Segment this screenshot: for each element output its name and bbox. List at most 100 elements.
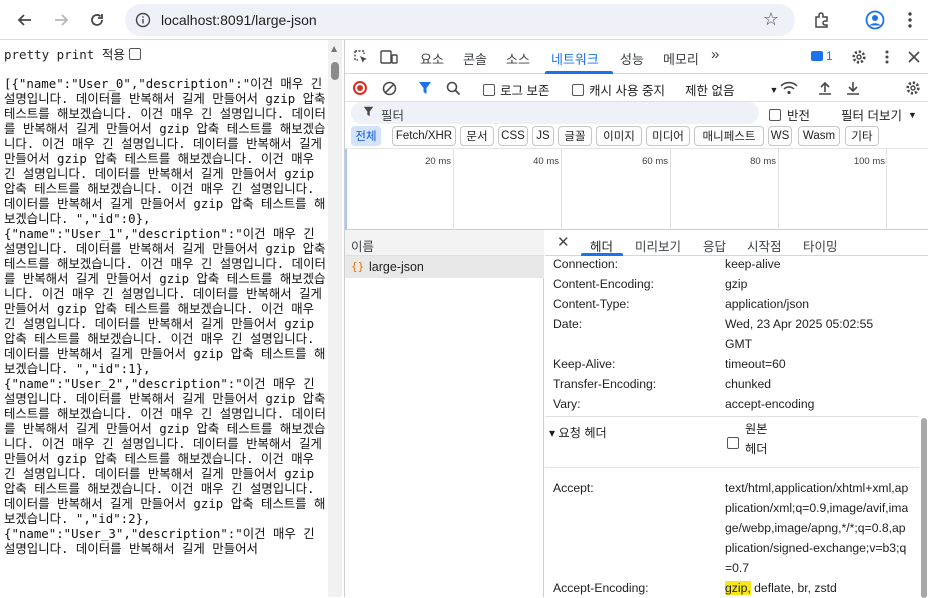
filter-input[interactable]: 필터: [351, 102, 759, 124]
disable-cache-checkbox[interactable]: [572, 83, 584, 96]
header-value: keep-alive: [725, 257, 781, 271]
chip-other[interactable]: 기타: [845, 126, 879, 146]
chip-doc[interactable]: 문서: [460, 126, 494, 146]
forward-arrow-icon[interactable]: [48, 7, 74, 33]
chip-media[interactable]: 미디어: [646, 126, 690, 146]
invert-option[interactable]: 반전: [769, 105, 810, 124]
json-braces-icon: {}: [351, 260, 365, 273]
tab-initiator[interactable]: 시작점: [747, 236, 782, 255]
tab-memory[interactable]: 메모리: [663, 49, 699, 68]
resource-type-chips: 전체 Fetch/XHR 문서 CSS JS 글꼴 이미지 미디어 매니페스트 …: [345, 126, 928, 150]
details-tabbar: ✕ 헤더 미리보기 응답 시작점 타이밍: [545, 230, 928, 256]
reload-icon[interactable]: [84, 7, 110, 33]
extensions-icon[interactable]: [810, 8, 834, 32]
page-scroll-thumb[interactable]: [331, 62, 339, 80]
tab-timing[interactable]: 타이밍: [803, 236, 838, 255]
request-name[interactable]: large-json: [369, 260, 424, 274]
raw-headers-checkbox[interactable]: [727, 437, 739, 449]
header-value: Wed, 23 Apr 2025 05:02:55 GMT: [725, 317, 874, 351]
name-column-header[interactable]: 이름: [345, 230, 544, 256]
preserve-log-checkbox[interactable]: [483, 83, 495, 96]
chip-css[interactable]: CSS: [498, 126, 528, 146]
settings-gear-icon[interactable]: [849, 47, 869, 67]
timeline-overview[interactable]: 20 ms 40 ms 60 ms 80 ms 100 ms: [345, 148, 928, 231]
network-settings-gear-icon[interactable]: [903, 78, 923, 98]
details-scroll-thumb[interactable]: [921, 418, 927, 598]
header-value-rest: deflate, br, zstd: [750, 581, 837, 595]
request-headers-title[interactable]: ▾ 요청 헤더: [549, 423, 607, 441]
json-output: [{"name":"User_0","description":"이건 매우 긴…: [4, 76, 326, 556]
request-headers-section[interactable]: ▾ 요청 헤더 원본 헤더: [545, 416, 919, 468]
tab-performance[interactable]: 성능: [620, 49, 644, 68]
network-conditions-icon[interactable]: [779, 78, 799, 98]
more-tabs-icon[interactable]: »: [711, 46, 719, 63]
header-key: Content-Encoding:: [553, 277, 654, 291]
pretty-print-checkbox[interactable]: [128, 47, 141, 60]
timeline-tick-label: 60 ms: [642, 156, 668, 167]
chevron-down-icon: ▼: [907, 109, 917, 120]
timeline-gridline: [561, 149, 562, 231]
bookmark-star-icon[interactable]: ☆: [763, 9, 779, 30]
raw-label-2: 헤더: [745, 442, 768, 456]
chip-ws[interactable]: WS: [768, 126, 792, 146]
throttle-value: 제한 없음: [685, 84, 735, 98]
filter-funnel-icon[interactable]: [415, 78, 435, 98]
more-filters-dropdown[interactable]: 필터 더보기 ▼: [841, 105, 917, 124]
disable-cache-label: 캐시 사용 중지: [589, 84, 665, 98]
chip-wasm[interactable]: Wasm: [798, 126, 840, 146]
chip-manifest[interactable]: 매니페스트: [694, 126, 764, 146]
tab-elements[interactable]: 요소: [420, 49, 444, 68]
inspect-element-icon[interactable]: [351, 47, 371, 67]
tab-network[interactable]: 네트워크: [551, 49, 599, 68]
tab-response[interactable]: 응답: [703, 236, 726, 255]
address-bar[interactable]: localhost:8091/large-json ☆: [125, 4, 795, 36]
record-stop-icon[interactable]: [353, 81, 367, 95]
timeline-selection-edge: [345, 149, 347, 231]
menu-kebab-icon[interactable]: [898, 8, 922, 32]
tab-sources[interactable]: 소스: [506, 49, 530, 68]
url-text[interactable]: localhost:8091/large-json: [161, 12, 317, 28]
chip-img[interactable]: 이미지: [596, 126, 642, 146]
issues-badge[interactable]: 1: [811, 49, 833, 63]
site-info-icon[interactable]: [135, 12, 151, 28]
devtools-menu-kebab-icon[interactable]: [877, 47, 897, 67]
back-arrow-icon[interactable]: [12, 7, 38, 33]
chip-js[interactable]: JS: [532, 126, 554, 146]
chip-font[interactable]: 글꼴: [558, 126, 592, 146]
close-details-icon[interactable]: ✕: [557, 233, 570, 251]
pretty-print-toggle[interactable]: pretty print 적용: [4, 44, 141, 63]
throttle-select[interactable]: 제한 없음 ▼: [685, 80, 778, 99]
timeline-gridline: [453, 149, 454, 231]
request-row[interactable]: {} large-json: [345, 256, 544, 278]
device-toolbar-icon[interactable]: [379, 47, 399, 67]
chip-all[interactable]: 전체: [351, 126, 381, 146]
header-value: chunked: [725, 377, 772, 391]
preserve-log-option[interactable]: 로그 보존: [483, 80, 549, 99]
request-details: ✕ 헤더 미리보기 응답 시작점 타이밍 Connection: keep-al…: [545, 230, 928, 598]
export-har-icon[interactable]: [843, 78, 863, 98]
header-key: Content-Type:: [553, 297, 630, 311]
clear-icon[interactable]: [379, 78, 399, 98]
timeline-tick-label: 80 ms: [750, 156, 776, 167]
header-key: Connection:: [553, 257, 619, 271]
invert-checkbox[interactable]: [769, 108, 781, 121]
search-icon[interactable]: [443, 78, 463, 98]
import-har-icon[interactable]: [815, 78, 835, 98]
chip-fetch-xhr[interactable]: Fetch/XHR: [392, 126, 456, 146]
timeline-gridline: [778, 149, 779, 231]
disable-cache-option[interactable]: 캐시 사용 중지: [572, 80, 665, 99]
scroll-up-arrow-icon[interactable]: ▲: [331, 44, 337, 53]
header-key: Date:: [553, 317, 583, 331]
more-filters-label: 필터 더보기: [841, 109, 902, 123]
highlighted-gzip: gzip,: [725, 581, 751, 595]
header-key: Transfer-Encoding:: [553, 377, 657, 391]
profile-icon[interactable]: [863, 8, 887, 32]
tab-preview[interactable]: 미리보기: [635, 236, 681, 255]
close-devtools-icon[interactable]: [904, 47, 924, 67]
details-scrollbar[interactable]: [919, 256, 928, 598]
header-key: Accept-Encoding:: [553, 581, 649, 595]
page-scrollbar[interactable]: ▲: [328, 40, 342, 597]
timeline-tick-label: 40 ms: [533, 156, 559, 167]
timeline-tick-label: 100 ms: [853, 156, 885, 167]
tab-console[interactable]: 콘솔: [463, 49, 487, 68]
